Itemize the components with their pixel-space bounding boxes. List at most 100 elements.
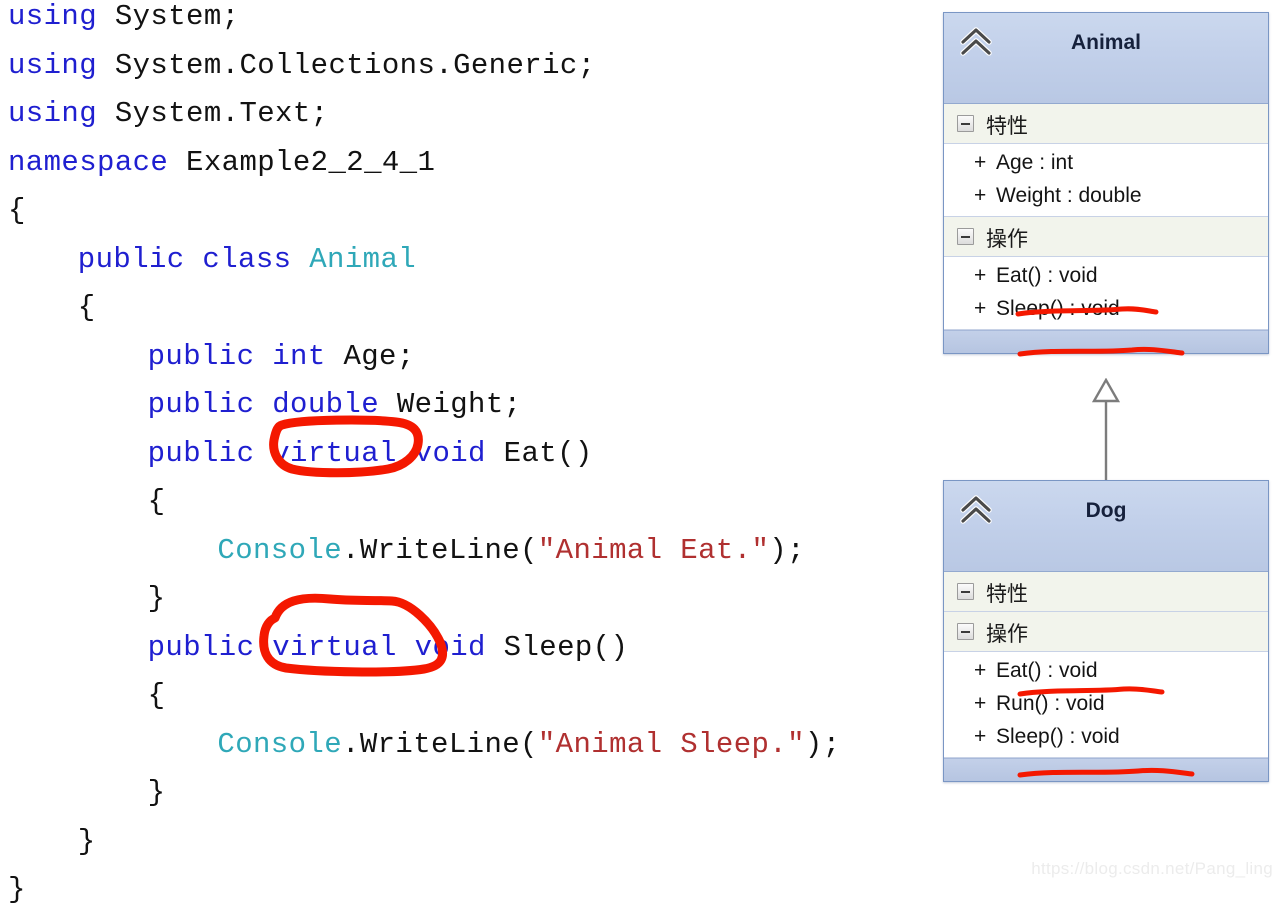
watermark: https://blog.csdn.net/Pang_ling [1031, 859, 1273, 878]
code-token: Eat() [503, 436, 593, 470]
code-token: { [147, 485, 166, 518]
uml-class-header[interactable]: Animal [944, 13, 1268, 104]
code-token: public virtual void [147, 436, 504, 470]
code-line: { [148, 681, 166, 711]
code-token: Age; [343, 339, 415, 373]
code-token: } [147, 582, 166, 615]
code-line: { [148, 487, 166, 517]
uml-class-name: Animal [1070, 31, 1141, 54]
code-token: System.Text; [97, 97, 329, 130]
uml-class-animal[interactable]: Animal 特性 + Age : int + Weight : double 操作 + Eat… [943, 12, 1269, 354]
uml-member-label: Run() : void [996, 692, 1105, 715]
collapse-minus-icon[interactable] [957, 583, 974, 600]
code-token: using [8, 0, 98, 33]
uml-member-label: Sleep() : void [996, 297, 1120, 320]
uml-section-header[interactable]: 特性 [944, 104, 1268, 144]
uml-section-label: 操作 [986, 227, 1028, 251]
uml-member-visibility: + [974, 184, 987, 207]
uml-member[interactable]: + Eat() : void [944, 259, 1268, 292]
uml-section-header[interactable]: 操作 [944, 612, 1268, 652]
uml-class-diagram: Animal 特性 + Age : int + Weight : double 操作 + Eat… [943, 0, 1273, 893]
uml-section-label: 特性 [986, 114, 1028, 138]
uml-member[interactable]: + Age : int [944, 146, 1268, 179]
uml-member-label: Weight : double [996, 184, 1142, 207]
uml-member-label: Eat() : void [996, 264, 1098, 287]
code-token: public class [77, 242, 310, 276]
code-token: "Animal Sleep." [537, 727, 805, 761]
code-token: { [147, 679, 166, 712]
code-line: namespace Example2_2_4_1 [8, 145, 436, 179]
uml-section-label: 操作 [986, 622, 1028, 646]
code-token: Console [217, 727, 343, 761]
uml-class-dog[interactable]: Dog 特性操作 + Eat() : void + Run() : void + Sleep(… [943, 480, 1269, 782]
code-line: using System; [8, 2, 239, 32]
uml-member-label: Age : int [996, 151, 1074, 174]
code-line: public class Animal [77, 242, 417, 276]
uml-member-visibility: + [974, 264, 987, 287]
uml-member-list: + Eat() : void + Run() : void + Sleep() : voi… [944, 652, 1268, 758]
uml-member-visibility: + [974, 725, 987, 748]
code-token: Sleep() [503, 630, 629, 664]
code-token: Example2_2_4_1 [168, 145, 436, 179]
code-token: ); [769, 533, 805, 567]
code-token: System; [97, 0, 240, 33]
uml-member-visibility: + [974, 151, 987, 174]
collapse-minus-icon[interactable] [957, 623, 974, 640]
code-line: public double Weight; [148, 390, 522, 420]
uml-class-name: Dog [1085, 499, 1127, 522]
code-token: .WriteLine( [342, 727, 538, 761]
code-token: } [8, 873, 26, 906]
uml-class-header[interactable]: Dog [944, 481, 1268, 572]
uml-member[interactable]: + Eat() : void [944, 654, 1268, 687]
collapse-minus-icon[interactable] [957, 115, 974, 132]
code-line: public virtual void Eat() [147, 436, 593, 470]
uml-member[interactable]: + Weight : double [944, 179, 1268, 212]
code-line: { [78, 293, 96, 323]
code-token: { [8, 194, 26, 227]
uml-member-label: Eat() : void [996, 659, 1098, 682]
code-token: using [8, 48, 98, 82]
uml-section-label: 特性 [986, 582, 1028, 606]
uml-member-label: Sleep() : void [996, 725, 1120, 748]
uml-section-header[interactable]: 特性 [944, 572, 1268, 612]
uml-member-list: + Eat() : void + Sleep() : void [944, 257, 1268, 330]
code-line: } [148, 584, 166, 614]
code-line: using System.Text; [8, 99, 328, 129]
uml-member-list: + Age : int + Weight : double [944, 144, 1268, 217]
code-listing: using System; using System.Collections.Ge… [0, 0, 930, 905]
uml-class-footer [944, 758, 1268, 781]
uml-member[interactable]: + Run() : void [944, 687, 1268, 720]
code-token: } [147, 776, 166, 809]
code-token: { [77, 291, 96, 324]
code-token: System.Collections.Generic; [97, 48, 596, 82]
uml-member-visibility: + [974, 297, 987, 320]
uml-class-footer [944, 330, 1268, 353]
generalization-connector [1091, 378, 1121, 480]
uml-member-visibility: + [974, 659, 987, 682]
code-line: public int Age; [147, 339, 415, 373]
code-line: { [8, 196, 26, 226]
uml-member[interactable]: + Sleep() : void [944, 720, 1268, 753]
code-token: using [8, 97, 98, 130]
uml-member-visibility: + [974, 692, 987, 715]
code-token: "Animal Eat." [537, 533, 770, 567]
code-line: Console.WriteLine("Animal Sleep."); [217, 727, 841, 761]
code-line: } [8, 875, 26, 905]
code-token: public virtual void [147, 630, 504, 664]
hollow-triangle-arrowhead [1091, 378, 1121, 403]
code-token: Animal [309, 242, 417, 276]
code-token: ); [804, 727, 841, 761]
code-line: } [148, 778, 166, 808]
uml-member[interactable]: + Sleep() : void [944, 292, 1268, 325]
collapse-minus-icon[interactable] [957, 228, 974, 245]
code-token: public int [147, 339, 344, 373]
code-token: } [77, 824, 96, 858]
code-line: public virtual void Sleep() [147, 630, 629, 664]
code-token: namespace [8, 145, 169, 179]
code-line: } [77, 824, 96, 858]
code-line: using System.Collections.Generic; [8, 48, 596, 82]
uml-section-header[interactable]: 操作 [944, 217, 1268, 257]
code-token: .WriteLine( [342, 533, 538, 567]
code-line: Console.WriteLine("Animal Eat."); [217, 533, 805, 567]
code-token: public double [147, 388, 397, 421]
